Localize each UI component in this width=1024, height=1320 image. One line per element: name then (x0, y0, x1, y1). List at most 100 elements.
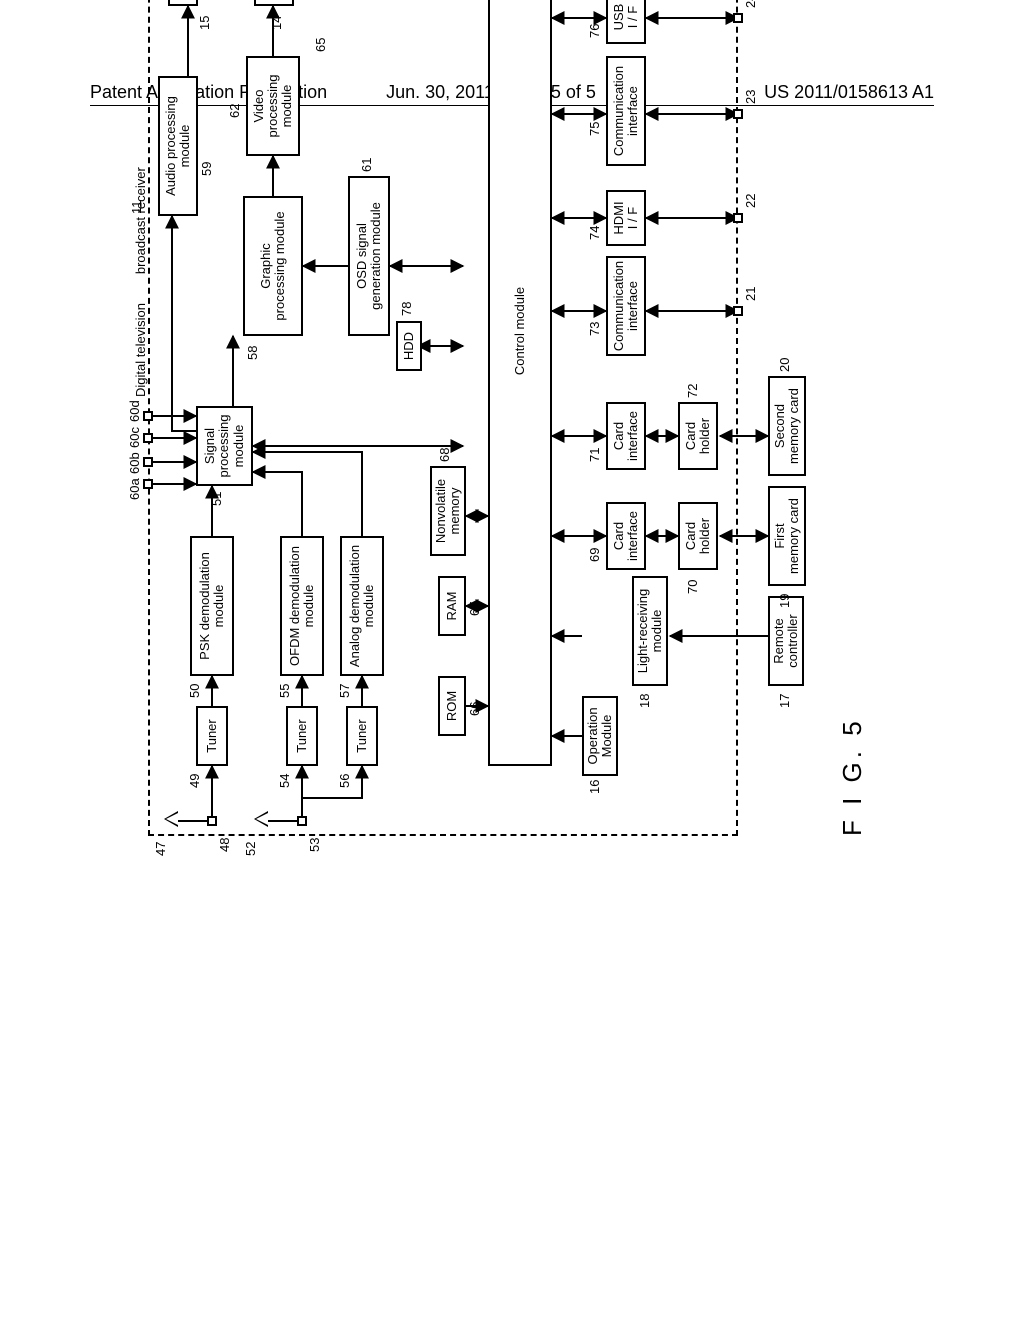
tuner-1: Tuner (196, 706, 228, 766)
card-holder-2: Card holder (678, 402, 718, 470)
rom-label: ROM (445, 691, 459, 721)
tuner-3: Tuner (346, 706, 378, 766)
ref-60b: 60b (128, 452, 142, 474)
ref-58: 58 (246, 346, 260, 360)
tuner-2-label: Tuner (295, 719, 309, 752)
psk-demod-label: PSK demodulation module (198, 552, 227, 660)
ref-17: 17 (778, 694, 792, 708)
ref-69: 69 (588, 548, 602, 562)
card-interface-2: Card interface (606, 402, 646, 470)
card-holder-2-label: Card holder (684, 418, 713, 454)
ref-60a: 60a (128, 478, 142, 500)
ref-70: 70 (686, 580, 700, 594)
card-interface-2-label: Card interface (612, 411, 641, 461)
receiver-title-line1: Digital television (134, 303, 148, 397)
ref-16: 16 (588, 780, 602, 794)
port-60a (143, 479, 153, 489)
ref-15: 15 (198, 16, 212, 30)
ref-53: 53 (308, 838, 322, 852)
ref-72: 72 (686, 384, 700, 398)
analog-demod: Analog demodulation module (340, 536, 384, 676)
nvmem-label: Nonvolatile memory (434, 479, 463, 543)
ref-73: 73 (588, 322, 602, 336)
ref-57: 57 (338, 684, 352, 698)
remote-controller-label: Remote controller (772, 614, 801, 667)
tuner-2: Tuner (286, 706, 318, 766)
hdmi-if: HDMI I / F (606, 190, 646, 246)
ref-11: 11 (130, 201, 144, 215)
usb-if: USB I / F (606, 0, 646, 44)
ref-51: 51 (210, 492, 224, 506)
port-60c (143, 433, 153, 443)
card-interface-1-label: Card interface (612, 511, 641, 561)
ref-60c: 60c (128, 427, 142, 448)
comm-if-2: Communication interface (606, 56, 646, 166)
ref-24: 24 (744, 0, 758, 8)
first-memory-card-label: First memory card (773, 498, 802, 574)
analog-demod-label: Analog demodulation module (348, 545, 377, 667)
ram-box: RAM (438, 576, 466, 636)
graphic-proc: Graphic processing module (243, 196, 303, 336)
comm-if-1-label: Communication interface (612, 261, 641, 351)
ofdm-demod: OFDM demodulation module (280, 536, 324, 676)
video-proc: Video processing module (246, 56, 300, 156)
ref-18: 18 (638, 694, 652, 708)
operation-module-label: Operation Module (586, 707, 615, 764)
ref-65: 65 (314, 38, 328, 52)
comm-if-1: Communication interface (606, 256, 646, 356)
graphic-proc-label: Graphic processing module (259, 211, 288, 320)
hdd-box: HDD (396, 321, 422, 371)
ref-55: 55 (278, 684, 292, 698)
ref-68: 68 (438, 448, 452, 462)
ref-62: 62 (228, 104, 242, 118)
ref-67: 67 (468, 602, 482, 616)
port-24 (733, 13, 743, 23)
rom-box: ROM (438, 676, 466, 736)
audio-proc-label: Audio processing module (164, 96, 193, 196)
usb-if-label: USB I / F (612, 4, 641, 31)
ref-19: 19 (778, 594, 792, 608)
diagram-area: Digital television broadcast receiver 11… (138, 130, 884, 1198)
video-proc-label: Video processing module (252, 75, 295, 138)
ref-59: 59 (200, 162, 214, 176)
tuner-3-label: Tuner (355, 719, 369, 752)
psk-demod: PSK demodulation module (190, 536, 234, 676)
ref-61: 61 (360, 158, 374, 172)
light-receiving-module: Light-receiving module (632, 576, 668, 686)
loudspeaker: Loudspeaker (168, 0, 198, 6)
figure-5-block-diagram: Digital television broadcast receiver 11… (138, 0, 884, 876)
ref-20: 20 (778, 358, 792, 372)
operation-module: Operation Module (582, 696, 618, 776)
card-interface-1: Card interface (606, 502, 646, 570)
ref-48: 48 (218, 838, 232, 852)
port-21 (733, 306, 743, 316)
video-display: Video display (254, 0, 294, 6)
audio-proc: Audio processing module (158, 76, 198, 216)
hdd-label: HDD (402, 332, 416, 360)
card-holder-1: Card holder (678, 502, 718, 570)
second-memory-card-label: Second memory card (773, 388, 802, 464)
second-memory-card: Second memory card (768, 376, 806, 476)
ofdm-demod-label: OFDM demodulation module (288, 546, 317, 666)
port-22 (733, 213, 743, 223)
remote-controller: Remote controller (768, 596, 804, 686)
ref-49: 49 (188, 774, 202, 788)
tuner-1-label: Tuner (205, 719, 219, 752)
card-holder-1-label: Card holder (684, 518, 713, 554)
control-module: Control module (488, 0, 552, 766)
ram-label: RAM (445, 592, 459, 621)
ref-75: 75 (588, 122, 602, 136)
ref-74: 74 (588, 226, 602, 240)
light-receiving-label: Light-receiving module (636, 589, 665, 674)
ref-54: 54 (278, 774, 292, 788)
first-memory-card: First memory card (768, 486, 806, 586)
signal-proc: Signal processing module (196, 406, 253, 486)
figure-caption: F I G. 5 (838, 717, 867, 836)
port-48 (207, 816, 217, 826)
hdmi-if-label: HDMI I / F (612, 201, 641, 234)
receiver-title: Digital television broadcast receiver (124, 221, 158, 401)
ref-56: 56 (338, 774, 352, 788)
ref-66: 66 (468, 702, 482, 716)
port-23 (733, 109, 743, 119)
signal-proc-label: Signal processing module (203, 415, 246, 478)
